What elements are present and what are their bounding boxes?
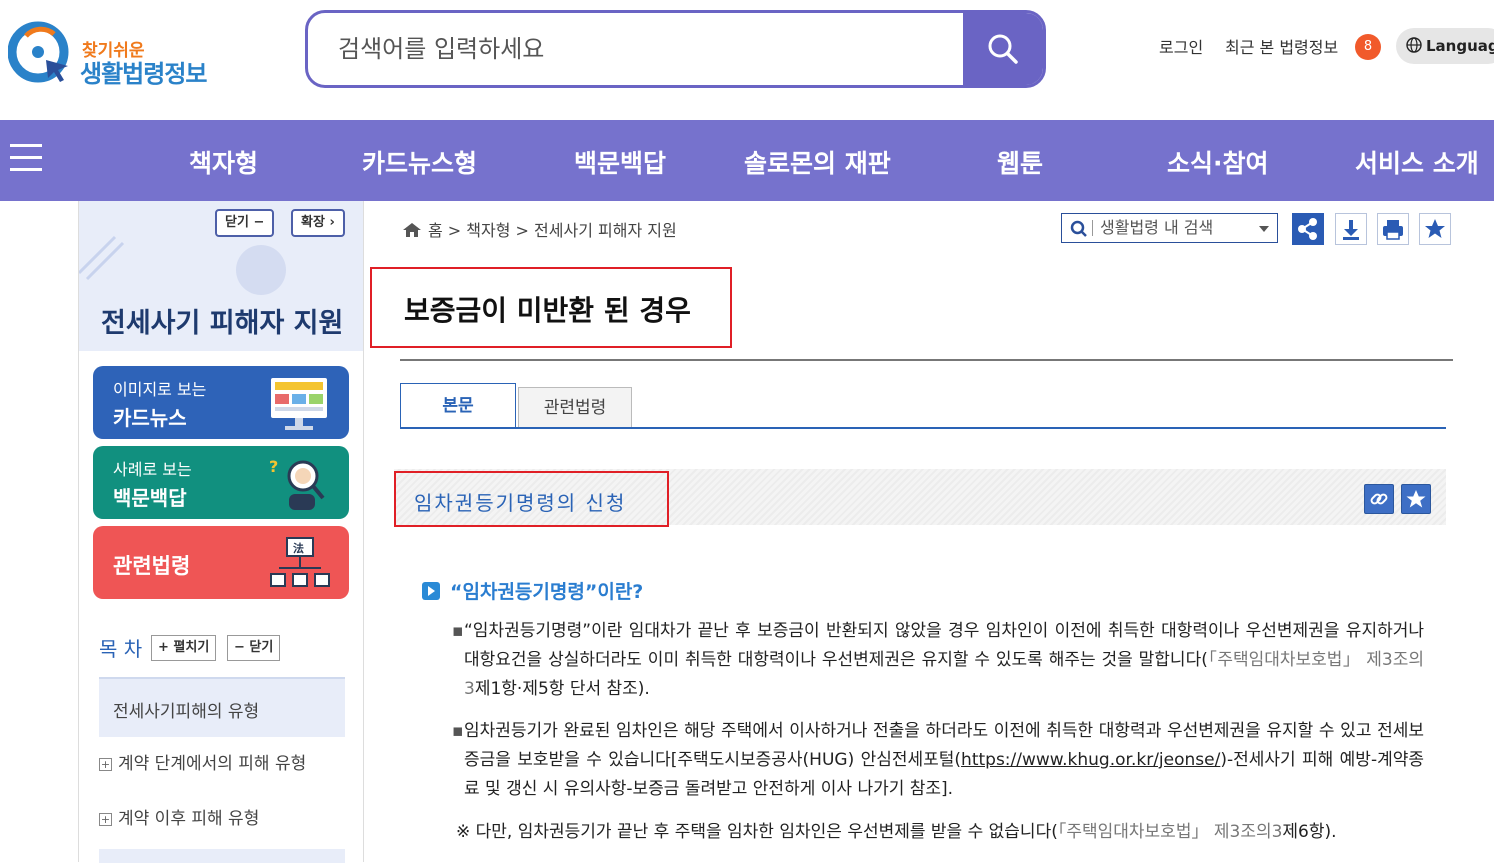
decoration-stripes — [79, 235, 125, 281]
search-icon — [1070, 220, 1087, 237]
site-logo[interactable]: 찾기쉬운 생활법령정보 — [8, 16, 238, 88]
recent-laws-link[interactable]: 최근 본 법령정보 — [1225, 34, 1338, 58]
search-button[interactable] — [963, 13, 1043, 85]
nav-booklet[interactable]: 책자형 — [189, 144, 258, 180]
globe-icon — [1406, 37, 1422, 53]
paragraph-2: ▪ 임차권등기가 완료된 임차인은 해당 주택에서 이사하거나 전출을 하더라도 … — [452, 721, 1425, 799]
print-button[interactable] — [1377, 213, 1409, 245]
toc-collapse-button[interactable]: − 닫기 — [227, 635, 281, 661]
qna-card[interactable]: 사례로 보는 백문백답 ? — [93, 446, 349, 519]
language-label: Language — [1426, 37, 1494, 55]
link-icon — [1370, 493, 1388, 505]
note-paragraph: ※ 다만, 임차권등기가 끝난 후 주택을 임차한 임차인은 우선변제를 받을 … — [456, 822, 1337, 842]
recent-count-badge: 8 — [1355, 34, 1381, 60]
login-link[interactable]: 로그인 — [1159, 34, 1203, 58]
search-icon — [988, 34, 1018, 64]
page-title-box: 보증금이 미반환 된 경우 — [370, 267, 732, 348]
menu-icon[interactable] — [10, 144, 42, 174]
hug-portal-link[interactable]: https://www.khug.or.kr/jeonse/ — [961, 750, 1220, 770]
qna-card-subtitle: 사례로 보는 — [113, 460, 192, 479]
tab-related-laws[interactable]: 관련법령 — [518, 387, 632, 429]
toc-item[interactable]: + 계약 이후 피해 유형 — [99, 804, 259, 829]
share-button[interactable] — [1292, 213, 1324, 245]
svg-text:?: ? — [269, 457, 278, 476]
toc-item-label: 계약 단계에서의 피해 유형 — [118, 754, 307, 774]
tab-main-text[interactable]: 본문 — [400, 383, 516, 429]
toc-item[interactable]: + 계약 단계에서의 피해 유형 — [99, 749, 306, 774]
share-icon — [1298, 218, 1317, 240]
toc-item-selected[interactable]: 전세사기피해의 유형 — [99, 677, 345, 737]
nav-webtoon[interactable]: 웹툰 — [997, 144, 1043, 180]
paragraph-1: ▪ “임차권등기명령”이란 임대차가 끝난 후 보증금이 반환되지 않았을 경우 … — [452, 621, 1425, 699]
section-title-box: 임차권등기명령의 신청 — [394, 471, 669, 527]
plus-icon: + — [99, 813, 112, 826]
bookmark-button[interactable] — [1419, 213, 1451, 245]
toc-item-label: 계약 이후 피해 유형 — [118, 809, 260, 829]
star-icon — [1406, 490, 1426, 508]
main-nav: 책자형 카드뉴스형 백문백답 솔로몬의 재판 웹툰 소식·참여 서비스 소개 — [0, 120, 1494, 201]
print-icon — [1383, 220, 1403, 240]
nav-news[interactable]: 소식·참여 — [1167, 144, 1269, 180]
page-title: 보증금이 미반환 된 경우 — [404, 294, 691, 327]
section-title: 임차권등기명령의 신청 — [414, 491, 627, 515]
language-button[interactable]: Language — [1396, 28, 1494, 64]
download-button[interactable] — [1335, 213, 1367, 245]
home-icon[interactable] — [402, 222, 422, 238]
toc-item-next[interactable] — [99, 849, 345, 863]
tab-divider — [400, 427, 1446, 429]
plus-icon: + — [99, 758, 112, 771]
sidebar: 닫기 − 확장 › 전세사기 피해자 지원 이미지로 보는 카드뉴스 사례로 보… — [78, 201, 364, 863]
sidebar-close-button[interactable]: 닫기 − — [215, 209, 275, 237]
header: 찾기쉬운 생활법령정보 로그인 최근 본 법령정보 8 Language — [0, 0, 1494, 120]
qna-card-title: 백문백답 — [113, 486, 187, 510]
sidebar-header: 닫기 − 확장 › 전세사기 피해자 지원 — [79, 201, 363, 351]
logo-title: 생활법령정보 — [80, 60, 207, 88]
section-bookmark-button[interactable] — [1401, 484, 1431, 514]
sidebar-title: 전세사기 피해자 지원 — [101, 308, 344, 339]
related-laws-card-title: 관련법령 — [113, 554, 191, 578]
cardnews-card-title: 카드뉴스 — [113, 406, 187, 430]
title-divider — [400, 359, 1453, 361]
local-search-label: 생활법령 내 검색 — [1100, 218, 1214, 237]
chevron-down-icon — [1259, 226, 1269, 232]
news-monitor-icon — [271, 378, 327, 430]
nav-cardnews[interactable]: 카드뉴스형 — [362, 144, 477, 180]
toc-label: 목 차 — [99, 637, 143, 661]
magnifier-person-icon: ? — [269, 457, 325, 510]
local-search-select[interactable]: 생활법령 내 검색 — [1061, 213, 1278, 243]
question-bullet-icon — [422, 582, 440, 600]
breadcrumb-text[interactable]: 홈 > 책자형 > 전세사기 피해자 지원 — [428, 221, 677, 240]
section-link-button[interactable] — [1364, 484, 1394, 514]
law-hierarchy-icon: 法 — [270, 537, 330, 587]
main-content: 홈 > 책자형 > 전세사기 피해자 지원 생활법령 내 검색 보증금이 미반환… — [364, 201, 1494, 862]
star-icon — [1425, 219, 1445, 238]
sidebar-expand-button[interactable]: 확장 › — [291, 209, 345, 237]
cardnews-card-subtitle: 이미지로 보는 — [113, 380, 207, 399]
logo-icon — [8, 21, 69, 83]
decoration-dots — [236, 245, 286, 295]
search-box — [305, 10, 1046, 88]
law-reference-link[interactable]: 「주택임대차보호법」 제3조의3 — [1058, 822, 1283, 842]
breadcrumb: 홈 > 책자형 > 전세사기 피해자 지원 — [402, 217, 677, 241]
search-input[interactable] — [338, 27, 958, 71]
toc-expand-button[interactable]: + 펼치기 — [151, 635, 217, 661]
question-title: “임차권등기명령”이란? — [450, 581, 644, 603]
nav-qna[interactable]: 백문백답 — [574, 144, 666, 180]
nav-about[interactable]: 서비스 소개 — [1355, 144, 1479, 180]
svg-text:法: 法 — [293, 541, 304, 555]
related-laws-card[interactable]: 관련법령 法 — [93, 526, 349, 599]
nav-solomon[interactable]: 솔로몬의 재판 — [744, 144, 891, 180]
cardnews-card[interactable]: 이미지로 보는 카드뉴스 — [93, 366, 349, 439]
download-icon — [1343, 220, 1359, 240]
